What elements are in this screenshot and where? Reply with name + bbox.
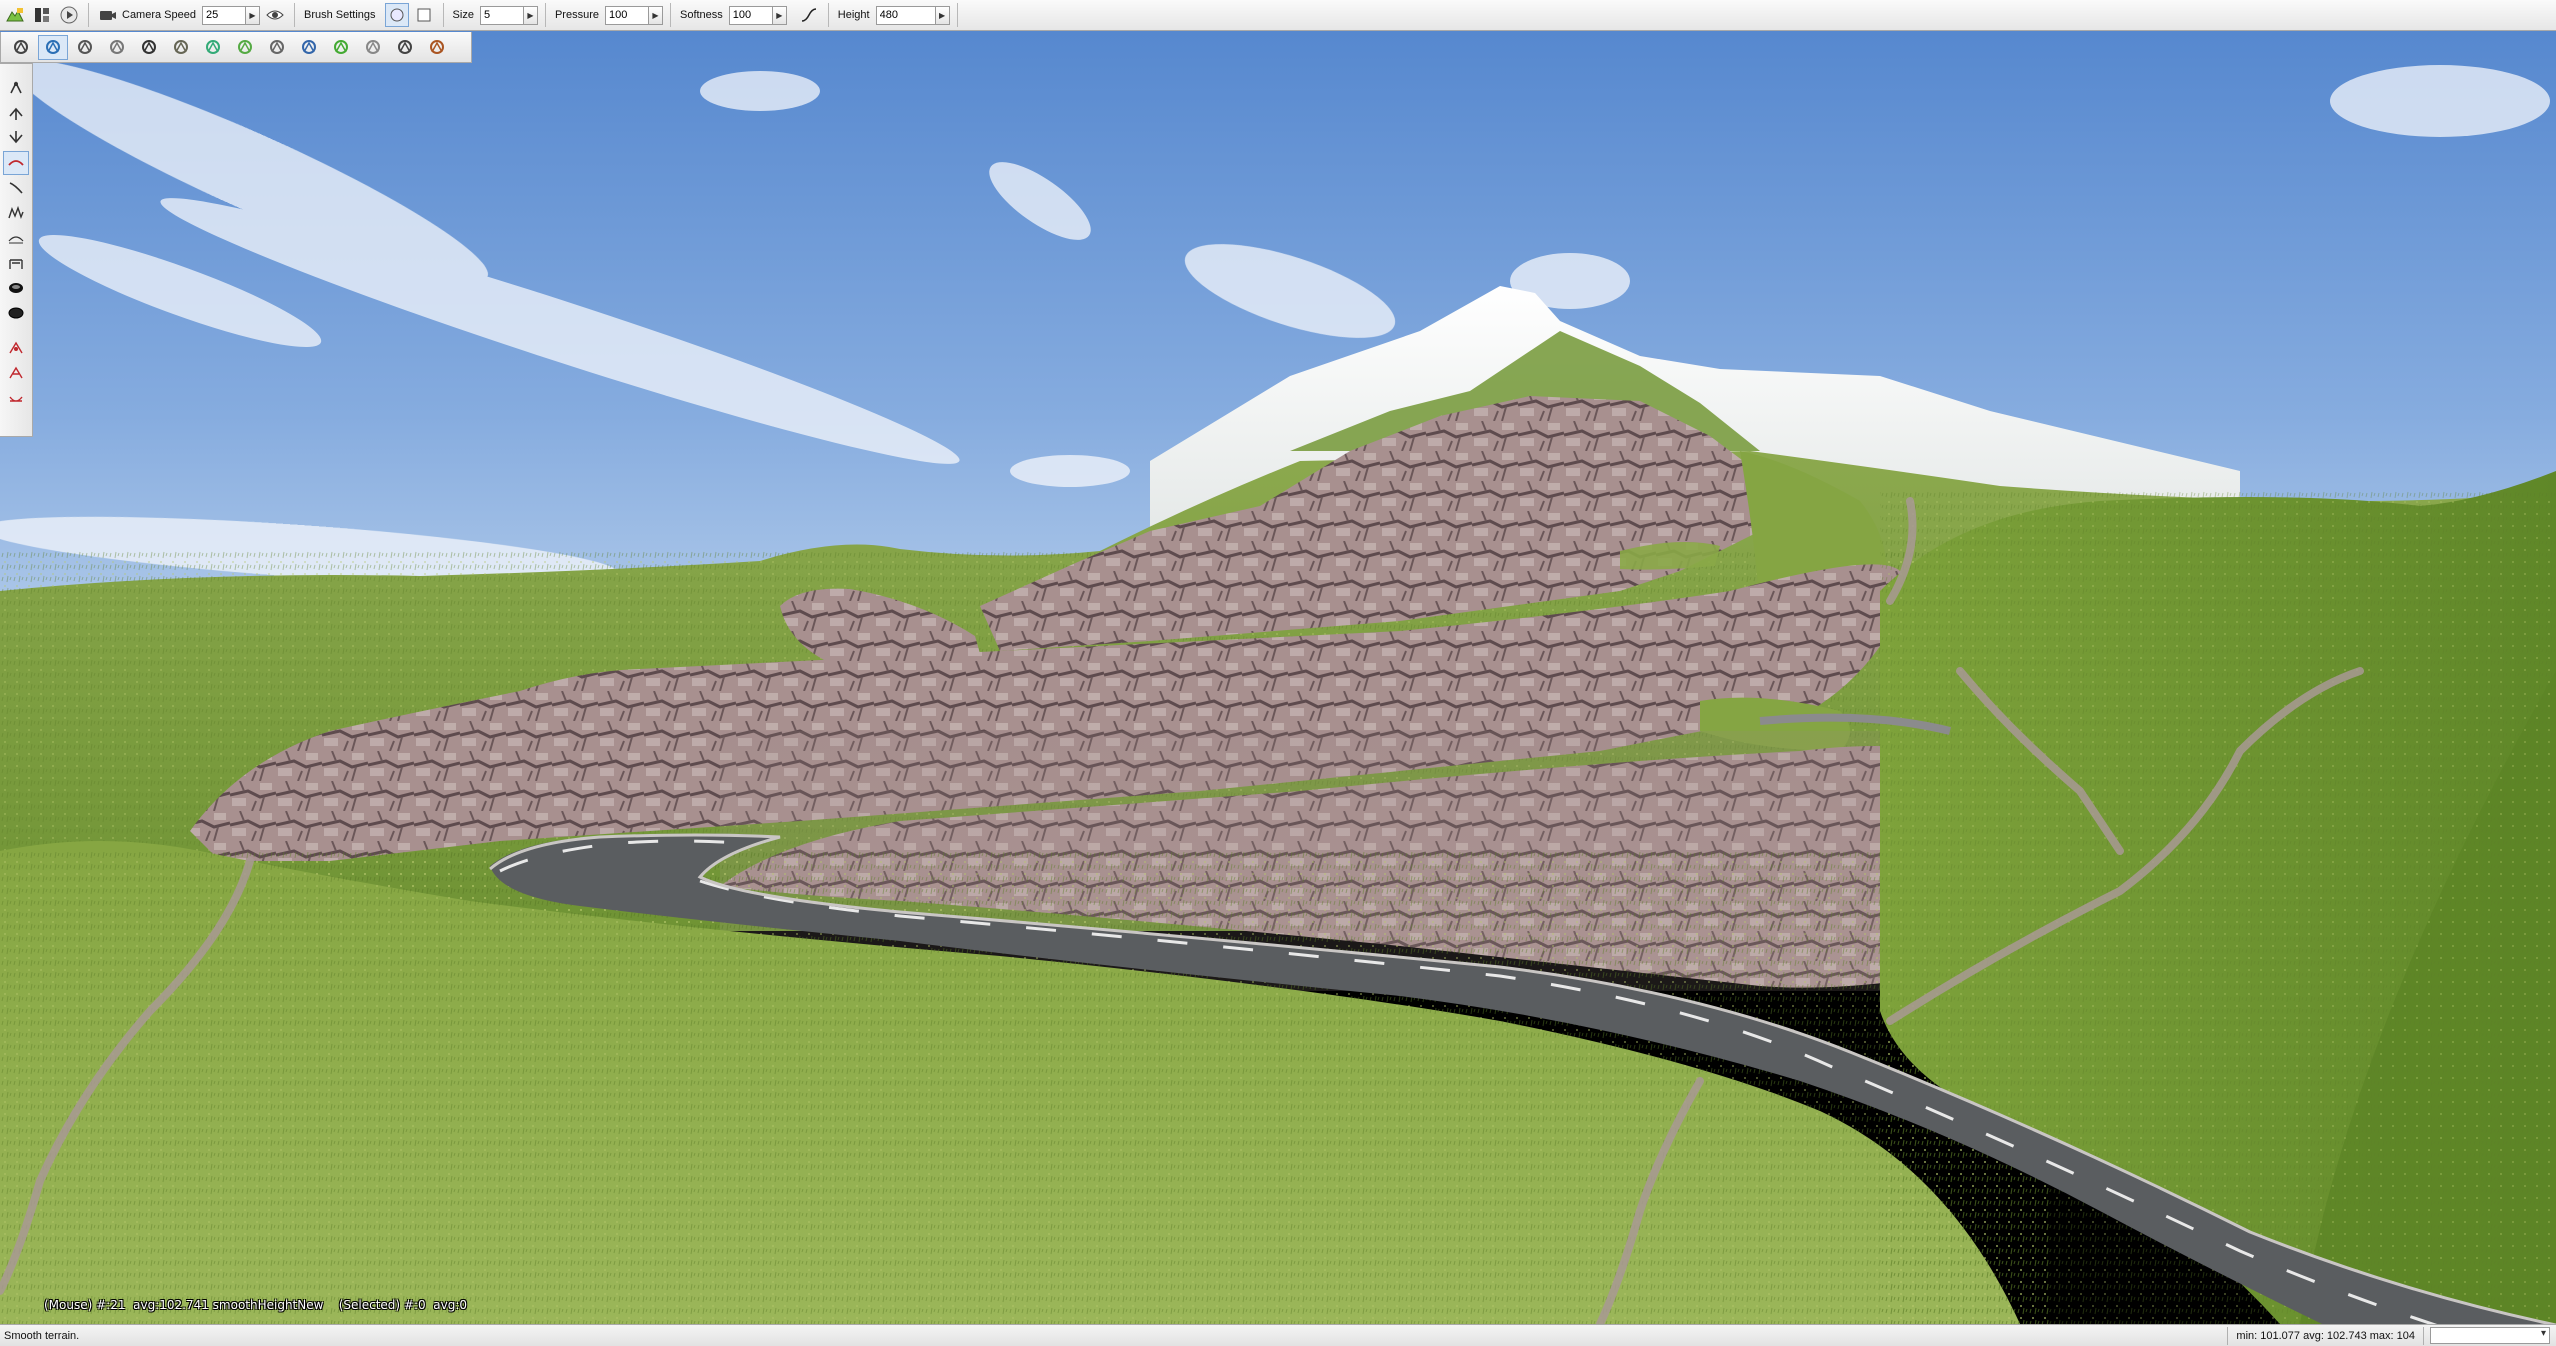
softness-label: Softness: [679, 9, 723, 21]
wind-tool-icon[interactable]: [358, 35, 388, 60]
chevron-right-icon[interactable]: ▶: [246, 5, 260, 25]
camera-speed-spinner[interactable]: ▶: [202, 5, 260, 25]
toolbar-separator: [88, 3, 89, 27]
toolbar-separator: [544, 3, 546, 27]
height-stats: min: 101.077 avg: 102.743 max: 104: [2227, 1326, 2424, 1345]
main-toolbar: Camera Speed ▶ Brush Settings Size ▶ Pre…: [0, 0, 2556, 31]
status-message: Smooth terrain.: [4, 1329, 80, 1342]
chevron-right-icon[interactable]: ▶: [523, 5, 538, 25]
node-tool-icon[interactable]: [390, 35, 420, 60]
square-brush-icon[interactable]: [412, 3, 436, 27]
camera-speed-label: Camera Speed: [122, 9, 196, 21]
viewport-hud-readout: (Mouse) #:21 avg:102.741 smoothHeightNew…: [44, 1298, 468, 1312]
softness-input[interactable]: [728, 5, 773, 25]
height-spinner[interactable]: ▶: [875, 5, 950, 25]
hole-icon[interactable]: [3, 276, 29, 300]
chevron-right-icon[interactable]: ▶: [648, 5, 663, 25]
decal-tool-icon[interactable]: [262, 35, 292, 60]
toolbar-separator: [827, 3, 829, 27]
object-tool-icon[interactable]: [198, 35, 228, 60]
slope-icon[interactable]: [3, 176, 29, 200]
erode-icon[interactable]: [3, 336, 29, 360]
toolbar-separator: [669, 3, 671, 27]
pressure-input[interactable]: [604, 5, 649, 25]
status-dropdown[interactable]: [2430, 1327, 2550, 1344]
select-tool-icon[interactable]: [6, 35, 36, 60]
camera-icon[interactable]: [96, 3, 120, 27]
pressure-label: Pressure: [554, 9, 599, 21]
material-tool-icon[interactable]: [102, 35, 132, 60]
chevron-right-icon[interactable]: ▶: [935, 5, 950, 25]
height-label: Height: [837, 9, 870, 21]
pressure-spinner[interactable]: ▶: [604, 5, 663, 25]
raise-icon[interactable]: [3, 101, 29, 125]
road-tool-icon[interactable]: [70, 35, 100, 60]
circle-brush-icon[interactable]: [384, 3, 409, 27]
smooth-icon[interactable]: [3, 151, 29, 175]
fill-icon[interactable]: [3, 301, 29, 325]
size-label: Size: [452, 9, 474, 21]
mesh-tool-icon[interactable]: [134, 35, 164, 60]
height-input[interactable]: [875, 5, 936, 25]
falloff-curve-icon[interactable]: [797, 3, 821, 27]
terrain-brush-palette: [0, 63, 33, 437]
size-spinner[interactable]: ▶: [479, 5, 538, 25]
size-input[interactable]: [479, 5, 524, 25]
terrain-editor-icon[interactable]: [3, 3, 27, 27]
layout-icon[interactable]: [30, 3, 54, 27]
terrain-tool-icon[interactable]: [38, 34, 68, 60]
chevron-right-icon[interactable]: ▶: [772, 5, 787, 25]
raise-lower-icon[interactable]: [3, 76, 29, 100]
river-tool-icon[interactable]: [294, 35, 324, 60]
toolbar-separator: [294, 3, 295, 27]
toolbar-separator: [956, 3, 958, 27]
eye-icon[interactable]: [263, 3, 287, 27]
3d-viewport[interactable]: [0, 31, 2556, 1324]
camera-speed-input[interactable]: [202, 5, 246, 25]
toolbar-separator: [442, 3, 444, 27]
building-tool-icon[interactable]: [166, 35, 196, 60]
lower-icon[interactable]: [3, 126, 29, 150]
paint-tool-icon[interactable]: [230, 35, 260, 60]
lift-icon[interactable]: [3, 361, 29, 385]
softness-spinner[interactable]: ▶: [728, 5, 787, 25]
level-icon[interactable]: [3, 386, 29, 410]
set-height-icon[interactable]: [3, 251, 29, 275]
play-icon[interactable]: [57, 3, 81, 27]
editor-tool-row: [0, 32, 472, 63]
brush-settings-label: Brush Settings: [304, 9, 376, 21]
flatten-icon[interactable]: [3, 226, 29, 250]
forest-tool-icon[interactable]: [326, 35, 356, 60]
particle-tool-icon[interactable]: [422, 35, 452, 60]
status-bar: Smooth terrain. min: 101.077 avg: 102.74…: [0, 1324, 2556, 1346]
noise-icon[interactable]: [3, 201, 29, 225]
